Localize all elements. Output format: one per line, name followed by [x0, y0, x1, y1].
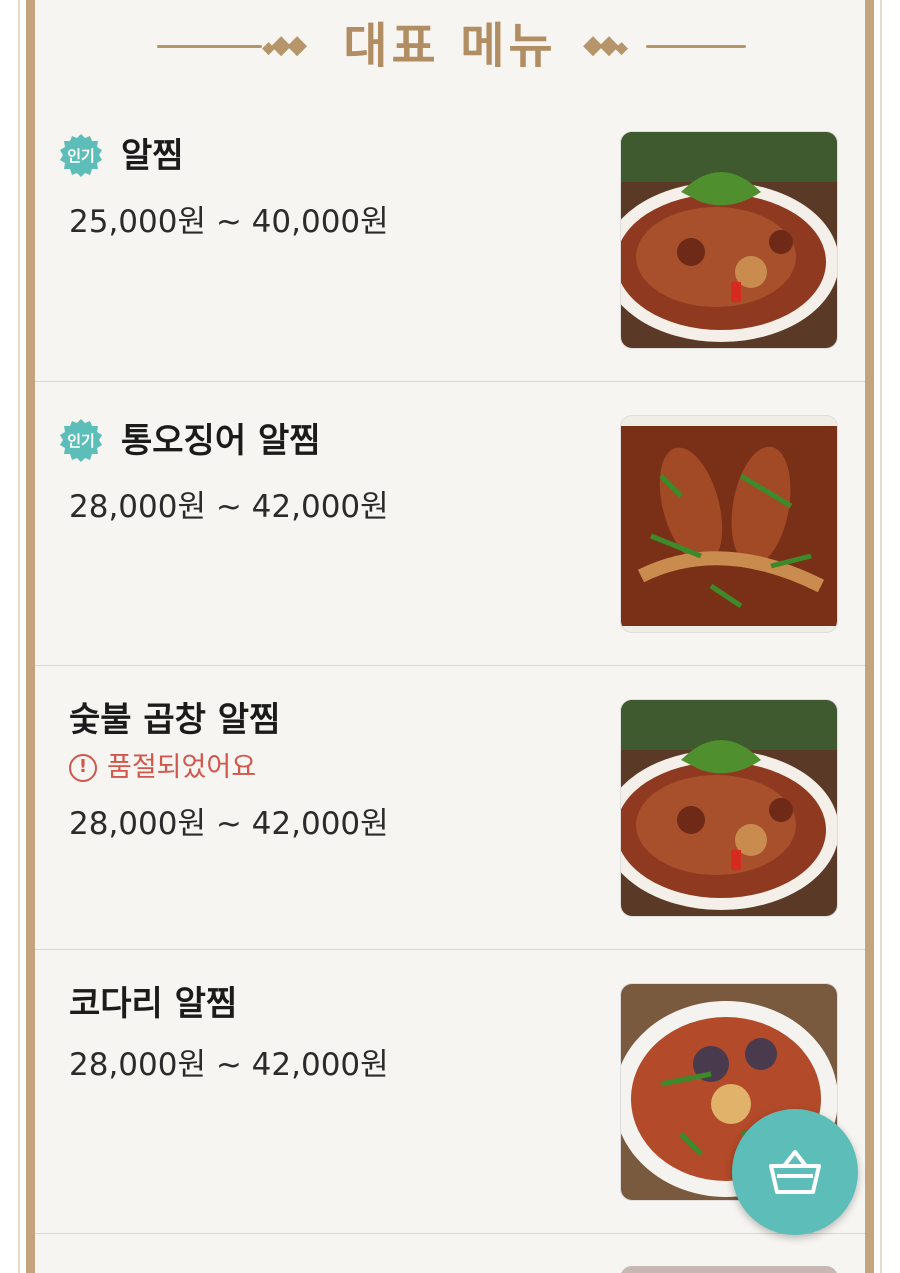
menu-item-price: 25,000원 ~ 40,000원 — [69, 204, 389, 240]
menu-item[interactable]: 인기 통오징어 알찜 28,000원 ~ 42,000원 — [35, 382, 865, 666]
soldout-notice: ! 품절되었어요 — [69, 750, 256, 786]
menu-item-price: 28,000원 ~ 42,000원 — [69, 489, 389, 525]
popular-badge: 인기 — [57, 417, 105, 465]
popular-badge: 인기 — [57, 132, 105, 180]
header-ornament-right: ◆◆◆ — [583, 30, 628, 60]
cart-button[interactable] — [732, 1109, 858, 1235]
menu-item[interactable]: 숯불 곱창 알찜 ! 품절되었어요 28,000원 ~ 42,000원 — [35, 666, 865, 950]
menu-item-name: 숯불 곱창 알찜 — [69, 700, 281, 740]
menu-item-photo[interactable] — [620, 131, 838, 349]
menu-item-photo[interactable] — [620, 699, 838, 917]
soldout-label: 품절되었어요 — [107, 752, 257, 783]
menu-item-price: 28,000원 ~ 42,000원 — [69, 806, 389, 842]
food-photo-icon — [621, 700, 837, 916]
header-line-left — [157, 45, 262, 48]
alert-circle-icon: ! — [69, 754, 97, 782]
menu-item-name-row: 코다리 알찜 — [57, 980, 237, 1028]
menu-item-name-row: 숯불 곱창 알찜 — [57, 696, 280, 744]
header-ornament-left: ◆◆◆ — [262, 30, 307, 60]
menu-item-name: 알찜 — [121, 136, 184, 176]
shopping-basket-icon — [769, 1150, 821, 1194]
menu-item[interactable]: 인기 알찜 25,000원 ~ 40,000원 — [35, 98, 865, 382]
menu-item-price: 28,000원 ~ 42,000원 — [69, 1047, 389, 1083]
menu-item-name: 코다리 알찜 — [69, 984, 238, 1024]
menu-item-name-row: 인기 알찜 — [57, 132, 184, 180]
header-line-right — [646, 45, 746, 48]
menu-item-name-row: 인기 통오징어 알찜 — [57, 417, 321, 465]
food-photo-icon — [621, 416, 837, 632]
food-photo-icon — [621, 132, 837, 348]
menu-item-photo-next — [620, 1266, 838, 1273]
menu-item-name: 통오징어 알찜 — [121, 421, 321, 461]
menu-item-photo[interactable] — [620, 415, 838, 633]
section-title: 대표 메뉴 — [343, 18, 557, 74]
section-header: ◆◆◆ 대표 메뉴 ◆◆◆ — [0, 0, 900, 95]
